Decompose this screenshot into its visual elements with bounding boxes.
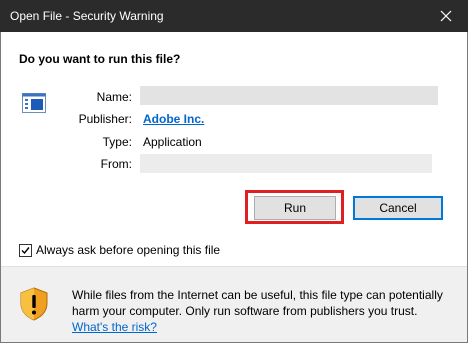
from-value-redacted [140, 154, 432, 173]
checkmark-icon [21, 246, 30, 254]
always-ask-label: Always ask before opening this file [36, 243, 221, 257]
type-label: Type: [102, 135, 132, 149]
footer-warning: While files from the Internet can be use… [72, 287, 457, 335]
close-button[interactable] [424, 0, 468, 32]
close-icon [440, 10, 452, 22]
cancel-button[interactable]: Cancel [353, 196, 443, 220]
window-title: Open File - Security Warning [10, 9, 164, 23]
title-bar: Open File - Security Warning [0, 0, 468, 32]
application-icon [22, 93, 46, 113]
name-value-redacted [140, 86, 438, 105]
name-label: Name: [96, 90, 132, 104]
type-value: Application [143, 135, 202, 149]
run-button[interactable]: Run [254, 196, 336, 220]
shield-warning-icon [20, 287, 48, 321]
whats-the-risk-link[interactable]: What's the risk? [72, 320, 157, 334]
always-ask-checkbox[interactable] [19, 243, 32, 257]
publisher-label: Publisher: [78, 112, 132, 126]
dialog-question: Do you want to run this file? [19, 52, 181, 66]
always-ask-row[interactable]: Always ask before opening this file [19, 243, 220, 257]
publisher-link[interactable]: Adobe Inc. [143, 112, 204, 126]
warning-text: While files from the Internet can be use… [72, 288, 443, 318]
from-label: From: [100, 157, 132, 171]
